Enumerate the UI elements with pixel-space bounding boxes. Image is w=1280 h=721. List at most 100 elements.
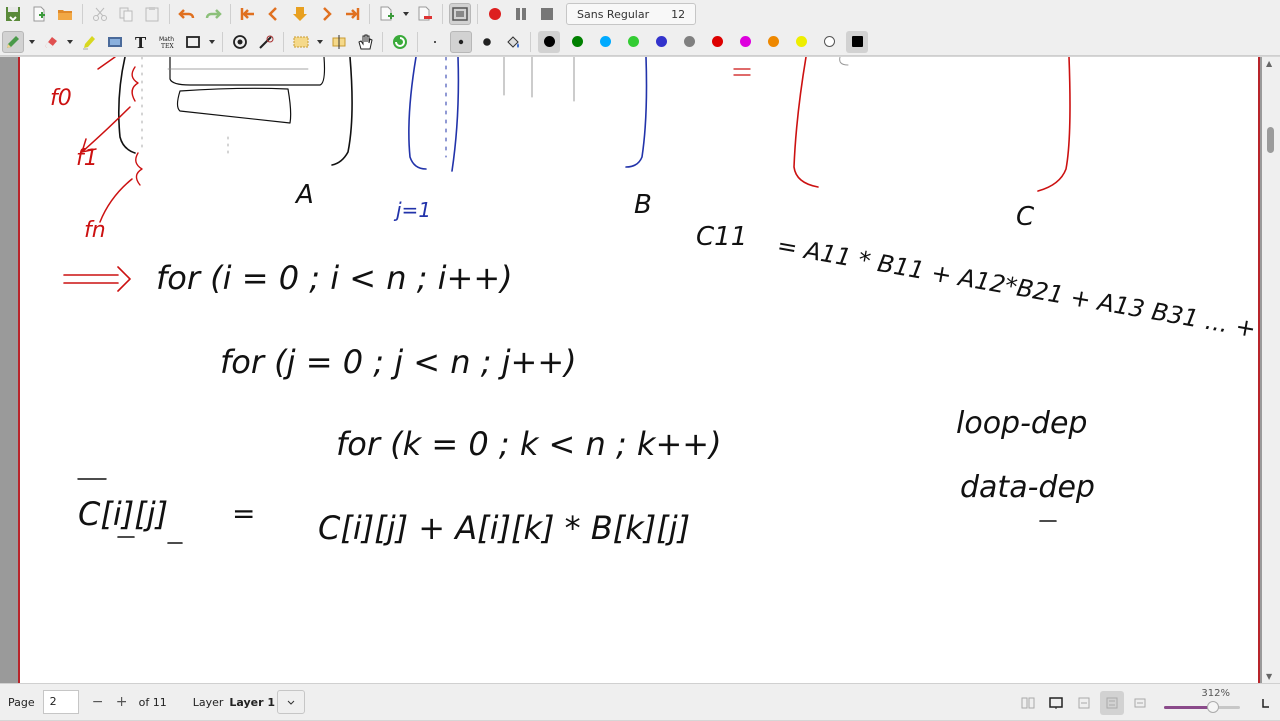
zoom-in-icon[interactable]: [1128, 691, 1152, 715]
page-increment-button[interactable]: +: [111, 694, 133, 710]
color-swatch[interactable]: [594, 31, 616, 53]
separator: [442, 4, 443, 24]
copy-icon[interactable]: [115, 3, 137, 25]
redo-icon[interactable]: [202, 3, 224, 25]
eraser-dropdown-icon[interactable]: [64, 31, 76, 53]
open-folder-icon[interactable]: [54, 3, 76, 25]
record-icon[interactable]: [484, 3, 506, 25]
loop-j-line: for (j = 0 ; j < n ; j++): [220, 343, 577, 381]
stop-icon[interactable]: [536, 3, 558, 25]
label-matrix-a: A: [294, 180, 314, 210]
shape-dropdown-icon[interactable]: [206, 31, 218, 53]
color-swatch[interactable]: [790, 31, 812, 53]
label-matrix-b: B: [634, 190, 652, 220]
pen-dropdown-icon[interactable]: [26, 31, 38, 53]
eraser-icon[interactable]: [40, 31, 62, 53]
page-label: Page: [8, 695, 35, 709]
thickness-thick-icon[interactable]: [476, 31, 498, 53]
c11-expansion: = A11 * B11 + A12*B21 + A13 B31 ... + A1…: [775, 231, 1258, 362]
new-page-dropdown-icon[interactable]: [400, 3, 412, 25]
chevron-down-icon: [287, 700, 295, 705]
last-page-icon[interactable]: [341, 3, 363, 25]
rectangle-icon[interactable]: [182, 31, 204, 53]
presentation-mode-icon[interactable]: [1044, 691, 1068, 715]
red-equals: [733, 68, 751, 76]
pause-icon[interactable]: [510, 3, 532, 25]
page-decrement-button[interactable]: −: [87, 694, 109, 710]
zoom-control: 312%: [1158, 684, 1248, 721]
previous-page-icon[interactable]: [263, 3, 285, 25]
fullscreen-icon[interactable]: [449, 3, 471, 25]
stmt-rhs: C[i][j] + A[i][k] * B[k][j]: [318, 509, 690, 547]
vertical-scrollbar[interactable]: ▲ ▼: [1262, 57, 1280, 683]
first-page-icon[interactable]: [237, 3, 259, 25]
stmt-equals: =: [232, 497, 255, 530]
image-icon[interactable]: [104, 31, 126, 53]
color-swatch[interactable]: [734, 31, 756, 53]
zoom-slider-knob[interactable]: [1207, 701, 1220, 713]
zoom-level: 312%: [1201, 688, 1230, 699]
scrollbar-thumb[interactable]: [1267, 127, 1274, 153]
fill-icon[interactable]: [502, 31, 524, 53]
svg-text:TEX: TEX: [161, 43, 174, 50]
goto-page-icon[interactable]: [289, 3, 311, 25]
label-j-equals-1: j=1: [393, 198, 431, 222]
color-swatch[interactable]: [678, 31, 700, 53]
matrix-a-right-bracket: [331, 57, 353, 166]
matrix-c-mark: [839, 57, 849, 66]
layer-dropdown[interactable]: [277, 690, 306, 714]
matrix-c-right-bracket: [1037, 57, 1071, 192]
pair-pages-icon[interactable]: [1016, 691, 1040, 715]
red-brace-2: [135, 152, 143, 186]
red-implies-arrow: [63, 266, 131, 292]
handwriting-layer: f0 f1 fn A j=1 B C for (i = 0 ; i < n ; …: [50, 57, 1258, 547]
vertical-space-icon[interactable]: [328, 31, 350, 53]
label-f0: f0: [50, 86, 72, 111]
separator: [82, 4, 83, 24]
color-swatch[interactable]: [538, 30, 560, 53]
color-swatch[interactable]: [650, 31, 672, 53]
separator: [222, 31, 223, 52]
thickness-fine-icon[interactable]: [424, 31, 446, 53]
font-selector[interactable]: Sans Regular 12: [566, 3, 697, 25]
matrix-b-light-columns: [503, 57, 575, 102]
red-arrow-f0: [97, 57, 116, 70]
new-page-icon[interactable]: [376, 3, 398, 25]
zoom-fit-icon[interactable]: [1100, 690, 1124, 715]
ruler-icon[interactable]: [255, 31, 277, 53]
color-swatch[interactable]: [622, 31, 644, 53]
paste-icon[interactable]: [141, 3, 163, 25]
undo-icon[interactable]: [176, 3, 198, 25]
select-dropdown-icon[interactable]: [314, 31, 326, 53]
document-page[interactable]: f0 f1 fn A j=1 B C for (i = 0 ; i < n ; …: [18, 57, 1260, 683]
label-fn: fn: [84, 218, 106, 243]
text-tool-icon[interactable]: T: [130, 31, 152, 53]
zoom-slider[interactable]: [1164, 701, 1240, 713]
save-icon[interactable]: [2, 3, 24, 25]
delete-page-icon[interactable]: [414, 3, 436, 25]
math-tex-icon[interactable]: Math TEX: [156, 31, 178, 53]
new-document-icon[interactable]: [28, 3, 50, 25]
color-swatch[interactable]: [846, 30, 868, 53]
color-swatch[interactable]: [566, 31, 588, 53]
select-rectangle-icon[interactable]: [290, 31, 312, 53]
separator: [477, 4, 478, 24]
color-swatch[interactable]: [762, 31, 784, 53]
default-tool-icon[interactable]: [389, 31, 411, 53]
cut-icon[interactable]: [89, 3, 111, 25]
shape-recognizer-icon[interactable]: [229, 31, 251, 53]
canvas-area: f0 f1 fn A j=1 B C for (i = 0 ; i < n ; …: [0, 57, 1280, 683]
thickness-medium-icon[interactable]: [450, 30, 472, 53]
zoom-to-100-icon[interactable]: [1254, 691, 1278, 715]
separator: [230, 4, 231, 24]
color-swatch[interactable]: [706, 31, 728, 53]
scroll-up-icon[interactable]: ▲: [1266, 59, 1272, 68]
next-page-icon[interactable]: [315, 3, 337, 25]
color-swatch[interactable]: [818, 31, 840, 53]
zoom-out-icon[interactable]: [1072, 691, 1096, 715]
page-number-input[interactable]: 2: [42, 690, 79, 714]
highlighter-icon[interactable]: [78, 31, 100, 53]
pen-icon[interactable]: [2, 30, 24, 53]
hand-icon[interactable]: [354, 31, 376, 53]
scroll-down-icon[interactable]: ▼: [1266, 672, 1272, 681]
